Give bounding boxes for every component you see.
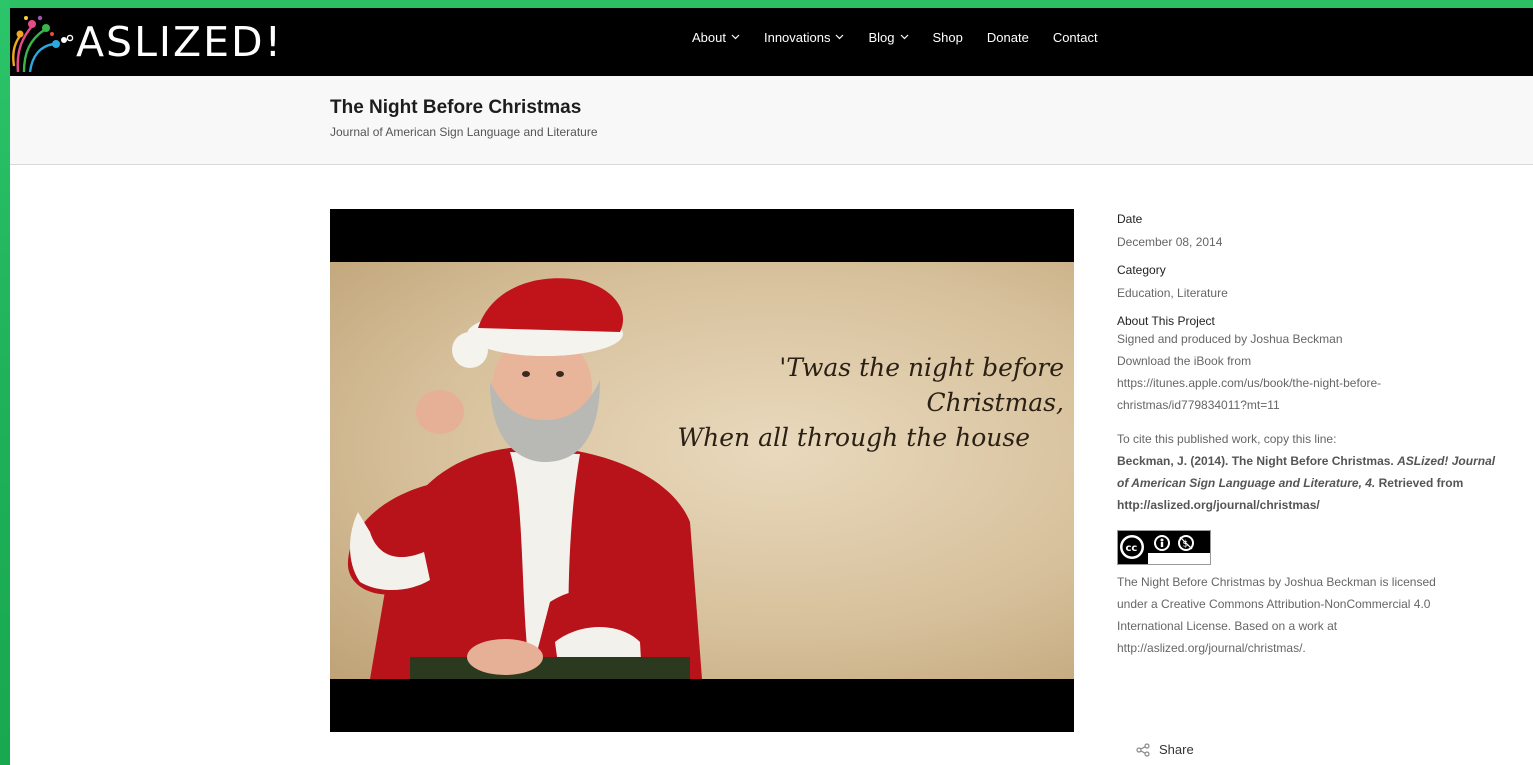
- page-title: The Night Before Christmas: [330, 97, 582, 118]
- nav-item-contact[interactable]: Contact: [1053, 30, 1098, 45]
- chevron-down-icon: [836, 34, 844, 40]
- site-header: ASLIZED! About Innovations Blog Shop Don…: [10, 8, 1533, 76]
- about-block: About This Project Signed and produced b…: [1117, 314, 1497, 516]
- category-label: Category: [1117, 263, 1166, 277]
- license-line: The Night Before Christmas by Joshua Bec…: [1117, 575, 1436, 589]
- nav-label: Blog: [868, 29, 895, 45]
- santa-figure-image: [347, 278, 702, 679]
- nav-item-donate[interactable]: Donate: [987, 30, 1029, 45]
- citation-text: Beckman, J. (2014). The Night Before Chr…: [1117, 450, 1497, 516]
- category-value[interactable]: Education, Literature: [1117, 286, 1497, 300]
- nav-label: Shop: [932, 29, 963, 45]
- license-line: International License. Based on a work a…: [1117, 619, 1338, 633]
- nav-item-about[interactable]: About: [692, 30, 740, 45]
- project-sidebar: Date December 08, 2014 Category Educatio…: [1117, 212, 1497, 659]
- caption-line-2: When all through the house: [677, 423, 1030, 452]
- video-caption: 'Twas the night before Christmas, When a…: [644, 350, 1064, 455]
- category-block: Category Education, Literature: [1117, 263, 1497, 300]
- caption-line-1: 'Twas the night before Christmas,: [779, 353, 1064, 417]
- nav-label: Innovations: [763, 29, 831, 45]
- share-icon: [1136, 742, 1150, 757]
- nav-item-innovations[interactable]: Innovations: [764, 30, 845, 45]
- about-line: Download the iBook from: [1117, 354, 1252, 368]
- page-title-band: The Night Before Christmas Journal of Am…: [10, 76, 1533, 165]
- ibook-link[interactable]: https://itunes.apple.com/us/book/the-nig…: [1117, 372, 1497, 394]
- video-player[interactable]: 'Twas the night before Christmas, When a…: [330, 209, 1074, 732]
- nav-item-shop[interactable]: Shop: [933, 30, 963, 45]
- date-value: December 08, 2014: [1117, 235, 1223, 249]
- creative-commons-badge[interactable]: cc $: [1117, 530, 1211, 565]
- nav-item-blog[interactable]: Blog: [868, 30, 908, 45]
- video-frame: 'Twas the night before Christmas, When a…: [330, 262, 1074, 679]
- date-label: Date: [1117, 212, 1143, 226]
- chevron-down-icon: [731, 34, 740, 40]
- accent-left-strip: [0, 0, 10, 765]
- share-label: Share: [1159, 742, 1194, 757]
- ibook-link[interactable]: christmas/id779834011?mt=11: [1117, 394, 1497, 416]
- nav-label: About: [692, 29, 726, 45]
- accent-top-bar: [0, 0, 1533, 8]
- fireworks-logo-icon: [12, 15, 74, 73]
- license-link[interactable]: http://aslized.org/journal/christmas/.: [1117, 637, 1497, 659]
- share-button[interactable]: Share: [1135, 742, 1194, 757]
- category-link[interactable]: Education, Literature: [1117, 286, 1228, 300]
- page-subtitle: Journal of American Sign Language and Li…: [330, 125, 598, 139]
- site-logo[interactable]: ASLIZED!: [10, 8, 283, 76]
- chevron-down-icon: [900, 34, 908, 40]
- svg-text:cc: cc: [1126, 543, 1138, 554]
- about-label: About This Project: [1117, 314, 1215, 328]
- about-line: Signed and produced by Joshua Beckman: [1117, 332, 1343, 346]
- citation-part-1: Beckman, J. (2014). The Night Before Chr…: [1117, 454, 1398, 468]
- creative-commons-icon: cc $: [1118, 531, 1210, 564]
- license-line: under a Creative Commons Attribution-Non…: [1117, 597, 1431, 611]
- logo-wordmark: ASLIZED!: [76, 17, 284, 66]
- main-nav: About Innovations Blog Shop Donate Conta…: [692, 8, 1122, 66]
- date-block: Date December 08, 2014: [1117, 212, 1497, 249]
- nav-label: Donate: [986, 29, 1029, 45]
- nav-label: Contact: [1052, 29, 1098, 45]
- cite-intro: To cite this published work, copy this l…: [1117, 432, 1337, 446]
